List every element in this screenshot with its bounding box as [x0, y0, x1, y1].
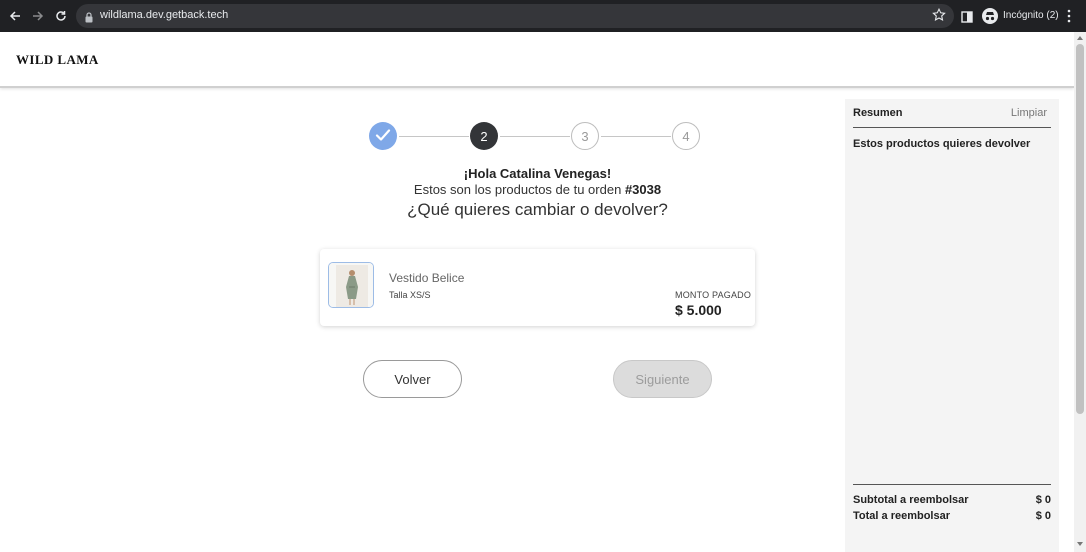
site-header: WILD LAMA [0, 32, 1074, 88]
kebab-menu-icon[interactable] [1066, 9, 1072, 28]
totals-divider [853, 484, 1051, 485]
next-button[interactable]: Siguiente [613, 360, 712, 398]
total-value: $ 0 [1035, 510, 1051, 522]
order-line: Estos son los productos de tu orden #303… [320, 182, 755, 197]
product-image [328, 262, 374, 308]
page-question: ¿Qué quieres cambiar o devolver? [407, 200, 668, 219]
back-button[interactable]: Volver [363, 360, 462, 398]
forward-arrow-icon[interactable] [27, 5, 49, 27]
browser-toolbar: wildlama.dev.getback.tech Incógnito (2) [0, 0, 1086, 32]
product-name: Vestido Belice [389, 271, 465, 285]
paid-amount-value: $ 5.000 [675, 302, 722, 318]
step-connector [399, 136, 469, 137]
lock-icon [85, 10, 93, 28]
scroll-up-arrow[interactable] [1077, 36, 1083, 40]
incognito-label[interactable]: Incógnito (2) [1003, 10, 1059, 21]
product-size: Talla XS/S [389, 290, 431, 300]
total-row: Total a reembolsar $ 0 [853, 510, 1051, 522]
summary-subtitle: Estos productos quieres devolver [853, 138, 1031, 150]
step-2-current: 2 [470, 122, 498, 150]
reload-icon[interactable] [50, 5, 72, 27]
step-1-completed [369, 122, 397, 150]
product-card[interactable]: Vestido Belice Talla XS/S MONTO PAGADO $… [320, 249, 755, 326]
brand-logo[interactable]: WILD LAMA [16, 52, 99, 68]
summary-panel: Resumen Limpiar Estos productos quieres … [845, 99, 1059, 552]
order-number: #3038 [624, 182, 662, 197]
url-text[interactable]: wildlama.dev.getback.tech [100, 9, 228, 21]
subtotal-label: Subtotal a reembolsar [853, 494, 969, 506]
progress-stepper: 2 3 4 [369, 122, 701, 150]
side-panel-icon[interactable] [961, 10, 973, 28]
subtotal-value: $ 0 [1035, 494, 1051, 506]
scroll-thumb[interactable] [1076, 44, 1084, 414]
total-label: Total a reembolsar [853, 510, 950, 522]
scroll-down-arrow[interactable] [1077, 542, 1083, 546]
checkmark-icon [374, 126, 392, 147]
step-connector [500, 136, 570, 137]
step-4: 4 [672, 122, 700, 150]
summary-divider [853, 127, 1051, 128]
address-bar[interactable]: wildlama.dev.getback.tech [76, 4, 954, 28]
order-prefix: Estos son los productos de tu orden [413, 182, 622, 197]
page-scrollbar[interactable] [1074, 32, 1086, 552]
greeting-title: ¡Hola Catalina Venegas! [463, 166, 612, 181]
clear-button[interactable]: Limpiar [1011, 107, 1047, 119]
back-arrow-icon[interactable] [4, 5, 26, 27]
step-connector [601, 136, 671, 137]
incognito-avatar-icon[interactable] [982, 8, 998, 24]
step-3: 3 [571, 122, 599, 150]
paid-amount-label: MONTO PAGADO [675, 290, 752, 300]
summary-title: Resumen [853, 107, 903, 119]
star-icon[interactable] [932, 7, 946, 27]
subtotal-row: Subtotal a reembolsar $ 0 [853, 494, 1051, 506]
